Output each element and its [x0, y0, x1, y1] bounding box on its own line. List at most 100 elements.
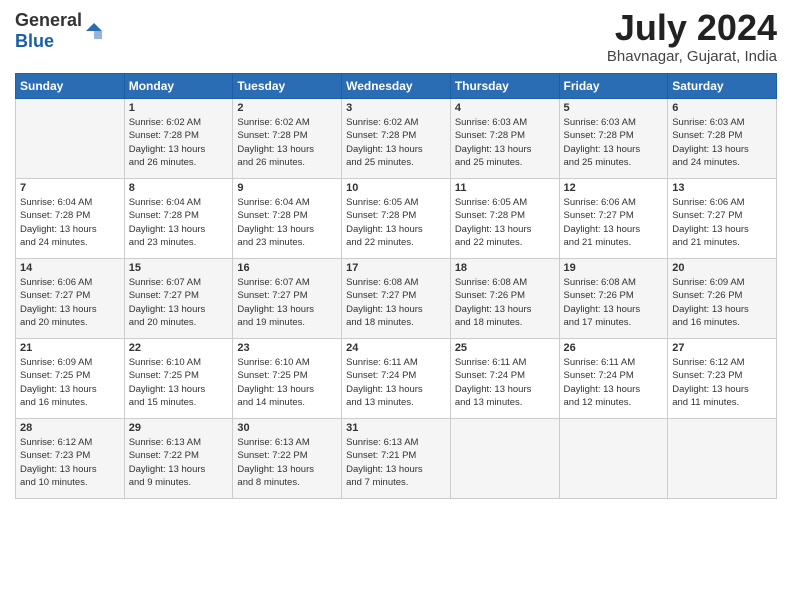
day-info-line: Sunset: 7:24 PM [346, 369, 446, 382]
day-info-line: Daylight: 13 hours [455, 303, 555, 316]
header-cell-wednesday: Wednesday [342, 74, 451, 99]
day-info-line: Sunset: 7:22 PM [237, 449, 337, 462]
day-info: Sunrise: 6:08 AMSunset: 7:27 PMDaylight:… [346, 276, 446, 329]
month-title: July 2024 [607, 10, 777, 46]
day-number: 23 [237, 342, 337, 354]
day-info-line: Sunset: 7:28 PM [564, 129, 664, 142]
day-info-line: and 23 minutes. [129, 236, 229, 249]
day-info-line: Sunrise: 6:04 AM [20, 196, 120, 209]
day-info-line: and 13 minutes. [455, 396, 555, 409]
day-info-line: and 20 minutes. [129, 316, 229, 329]
calendar-cell: 26Sunrise: 6:11 AMSunset: 7:24 PMDayligh… [559, 339, 668, 419]
day-info-line: and 22 minutes. [346, 236, 446, 249]
day-number: 6 [672, 102, 772, 114]
day-info: Sunrise: 6:10 AMSunset: 7:25 PMDaylight:… [129, 356, 229, 409]
day-info-line: Daylight: 13 hours [20, 463, 120, 476]
day-number: 16 [237, 262, 337, 274]
calendar-cell: 9Sunrise: 6:04 AMSunset: 7:28 PMDaylight… [233, 179, 342, 259]
day-info-line: and 15 minutes. [129, 396, 229, 409]
week-row-5: 28Sunrise: 6:12 AMSunset: 7:23 PMDayligh… [16, 419, 777, 499]
day-info-line: Sunset: 7:27 PM [237, 289, 337, 302]
calendar-cell: 12Sunrise: 6:06 AMSunset: 7:27 PMDayligh… [559, 179, 668, 259]
day-info-line: and 12 minutes. [564, 396, 664, 409]
day-info-line: Sunset: 7:26 PM [564, 289, 664, 302]
day-info-line: Daylight: 13 hours [672, 383, 772, 396]
day-info-line: Daylight: 13 hours [346, 463, 446, 476]
week-row-4: 21Sunrise: 6:09 AMSunset: 7:25 PMDayligh… [16, 339, 777, 419]
header-cell-thursday: Thursday [450, 74, 559, 99]
day-info-line: and 13 minutes. [346, 396, 446, 409]
day-info-line: and 17 minutes. [564, 316, 664, 329]
day-number: 7 [20, 182, 120, 194]
day-info-line: and 14 minutes. [237, 396, 337, 409]
calendar-cell: 19Sunrise: 6:08 AMSunset: 7:26 PMDayligh… [559, 259, 668, 339]
day-number: 22 [129, 342, 229, 354]
day-info-line: Sunrise: 6:11 AM [346, 356, 446, 369]
day-info: Sunrise: 6:03 AMSunset: 7:28 PMDaylight:… [455, 116, 555, 169]
day-info-line: Daylight: 13 hours [346, 223, 446, 236]
day-info-line: and 9 minutes. [129, 476, 229, 489]
day-info-line: Daylight: 13 hours [346, 383, 446, 396]
day-info: Sunrise: 6:07 AMSunset: 7:27 PMDaylight:… [237, 276, 337, 329]
day-number: 27 [672, 342, 772, 354]
day-info-line: Daylight: 13 hours [564, 223, 664, 236]
day-info-line: and 25 minutes. [346, 156, 446, 169]
calendar-cell: 31Sunrise: 6:13 AMSunset: 7:21 PMDayligh… [342, 419, 451, 499]
day-number: 4 [455, 102, 555, 114]
logo-icon [84, 21, 104, 41]
day-info-line: Sunrise: 6:13 AM [237, 436, 337, 449]
day-info-line: Sunset: 7:28 PM [237, 209, 337, 222]
week-row-2: 7Sunrise: 6:04 AMSunset: 7:28 PMDaylight… [16, 179, 777, 259]
day-info-line: Sunrise: 6:10 AM [237, 356, 337, 369]
day-info: Sunrise: 6:11 AMSunset: 7:24 PMDaylight:… [346, 356, 446, 409]
day-info-line: Sunset: 7:27 PM [672, 209, 772, 222]
day-info-line: Daylight: 13 hours [672, 303, 772, 316]
day-info-line: Sunrise: 6:12 AM [672, 356, 772, 369]
day-info-line: Daylight: 13 hours [129, 143, 229, 156]
day-info-line: Sunset: 7:27 PM [129, 289, 229, 302]
day-info-line: Daylight: 13 hours [564, 303, 664, 316]
day-number: 17 [346, 262, 446, 274]
day-info-line: and 24 minutes. [672, 156, 772, 169]
calendar-cell [559, 419, 668, 499]
day-info-line: Sunrise: 6:05 AM [455, 196, 555, 209]
day-info-line: and 23 minutes. [237, 236, 337, 249]
calendar-cell [16, 99, 125, 179]
calendar-cell: 22 Sunrise: 6:10 AMSunset: 7:25 PMDayligh… [124, 339, 233, 419]
day-info-line: Daylight: 13 hours [237, 223, 337, 236]
day-info-line: Sunrise: 6:07 AM [237, 276, 337, 289]
calendar-cell: 2Sunrise: 6:02 AMSunset: 7:28 PMDaylight… [233, 99, 342, 179]
calendar-cell: 7Sunrise: 6:04 AMSunset: 7:28 PMDaylight… [16, 179, 125, 259]
day-number: 12 [564, 182, 664, 194]
day-number: 10 [346, 182, 446, 194]
day-info-line: and 8 minutes. [237, 476, 337, 489]
day-info: Sunrise: 6:11 AMSunset: 7:24 PMDaylight:… [455, 356, 555, 409]
day-info: Sunrise: 6:13 AMSunset: 7:22 PMDaylight:… [129, 436, 229, 489]
header-row: SundayMondayTuesdayWednesdayThursdayFrid… [16, 74, 777, 99]
day-info-line: Sunset: 7:22 PM [129, 449, 229, 462]
day-info-line: Sunset: 7:25 PM [129, 369, 229, 382]
day-info-line: and 7 minutes. [346, 476, 446, 489]
header-cell-monday: Monday [124, 74, 233, 99]
day-info-line: and 11 minutes. [672, 396, 772, 409]
week-row-3: 14Sunrise: 6:06 AMSunset: 7:27 PMDayligh… [16, 259, 777, 339]
day-info-line: Sunset: 7:27 PM [20, 289, 120, 302]
day-info-line: Sunrise: 6:11 AM [564, 356, 664, 369]
day-number: 21 [20, 342, 120, 354]
day-info-line: Sunset: 7:28 PM [237, 129, 337, 142]
day-info-line: and 25 minutes. [564, 156, 664, 169]
calendar-cell: 5Sunrise: 6:03 AMSunset: 7:28 PMDaylight… [559, 99, 668, 179]
day-info-line: Sunrise: 6:07 AM [129, 276, 229, 289]
day-info-line: Sunset: 7:28 PM [672, 129, 772, 142]
calendar-cell: 20Sunrise: 6:09 AMSunset: 7:26 PMDayligh… [668, 259, 777, 339]
day-info-line: and 19 minutes. [237, 316, 337, 329]
logo-general: General [15, 10, 82, 30]
calendar-table: SundayMondayTuesdayWednesdayThursdayFrid… [15, 73, 777, 499]
day-number: 26 [564, 342, 664, 354]
day-info-line: Daylight: 13 hours [346, 303, 446, 316]
day-number: 2 [237, 102, 337, 114]
day-info: Sunrise: 6:13 AMSunset: 7:22 PMDaylight:… [237, 436, 337, 489]
day-info: Sunrise: 6:03 AMSunset: 7:28 PMDaylight:… [564, 116, 664, 169]
day-number: 31 [346, 422, 446, 434]
calendar-cell: 24Sunrise: 6:11 AMSunset: 7:24 PMDayligh… [342, 339, 451, 419]
